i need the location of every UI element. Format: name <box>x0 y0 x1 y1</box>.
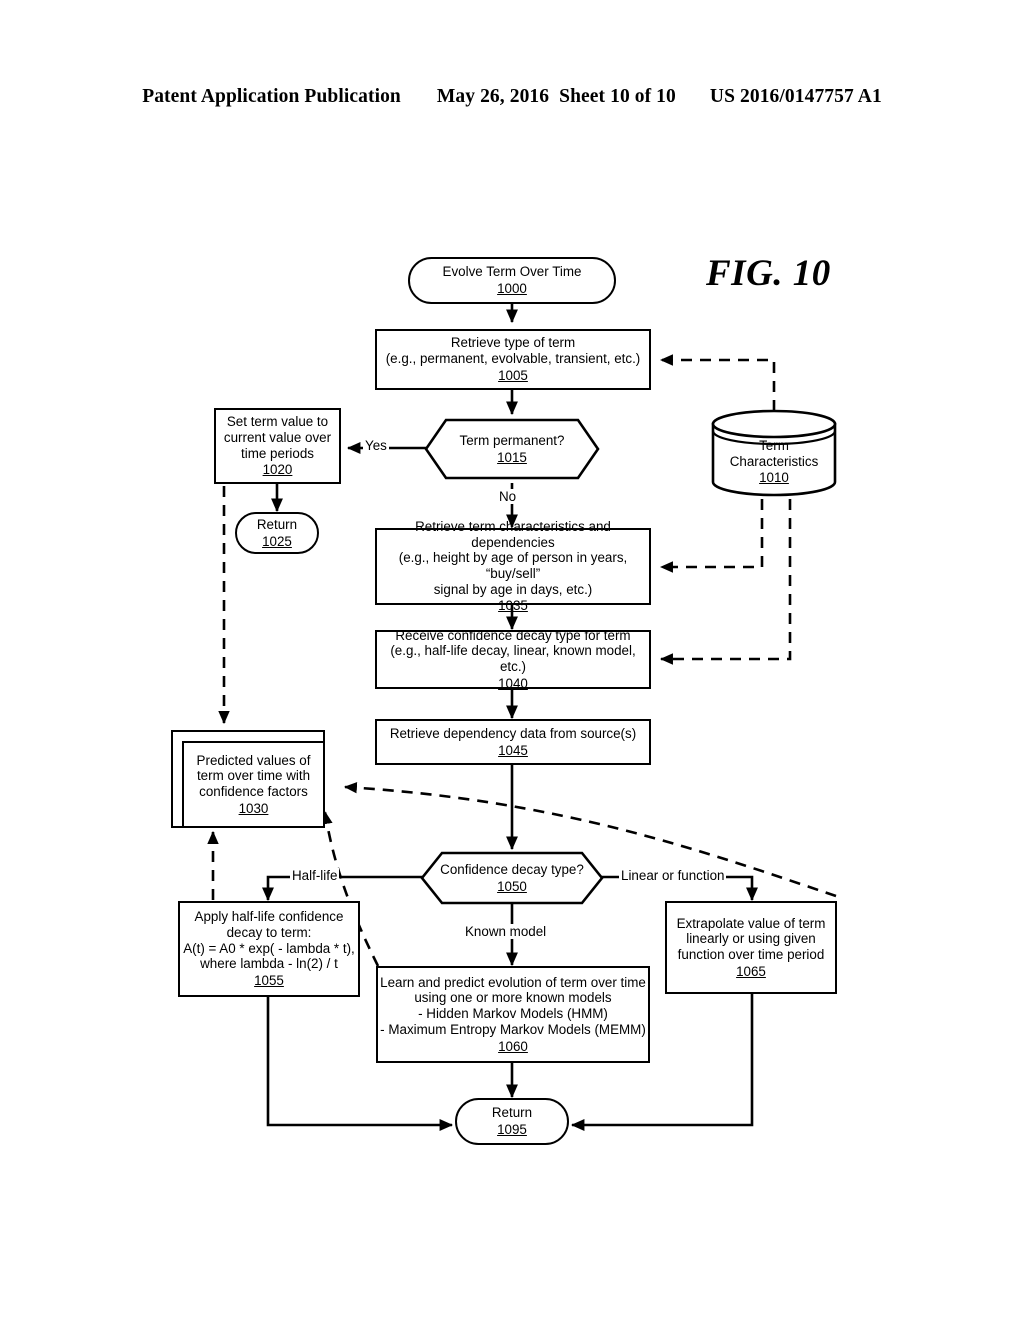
node-data-store-predicted-values-text: Predicted values of term over time with … <box>196 752 311 799</box>
node-decision-term-permanent[interactable]: Term permanent? 1015 <box>424 418 600 480</box>
edge-label-yes: Yes <box>363 438 389 453</box>
edge-label-no: No <box>497 489 519 504</box>
node-database-term-characteristics-label: Term Characteristics 1010 <box>730 420 819 486</box>
node-learn-and-predict-models[interactable]: Learn and predict evolution of term over… <box>376 966 650 1063</box>
header-date: May 26, 2016 <box>436 86 550 107</box>
node-retrieve-term-characteristics-ref: 1035 <box>498 598 528 614</box>
node-apply-half-life-decay[interactable]: Apply half-life confidence decay to term… <box>178 901 360 997</box>
node-decision-term-permanent-ref: 1015 <box>497 449 527 465</box>
node-database-term-characteristics-ref: 1010 <box>759 470 789 486</box>
header-publication: Patent Application Publication <box>142 86 401 107</box>
node-extrapolate-value-ref: 1065 <box>736 963 766 979</box>
node-return-1025-text: Return <box>256 516 298 532</box>
header-sheet: Sheet 10 of 10 <box>559 86 676 107</box>
patent-figure-sheet: Patent Application Publication May 26, 20… <box>0 0 1024 1320</box>
node-database-term-characteristics[interactable]: Term Characteristics 1010 <box>710 407 838 499</box>
node-learn-and-predict-models-ref: 1060 <box>498 1038 528 1054</box>
node-return-1095[interactable]: Return 1095 <box>455 1098 569 1145</box>
node-apply-half-life-decay-ref: 1055 <box>254 973 284 988</box>
node-retrieve-type-of-term[interactable]: Retrieve type of term (e.g., permanent, … <box>375 329 651 390</box>
node-retrieve-term-characteristics-text: Retrieve term characteristics and depend… <box>398 518 628 597</box>
edge-1010-to-1040 <box>659 499 792 665</box>
node-receive-confidence-decay-type[interactable]: Receive confidence decay type for term (… <box>375 627 651 691</box>
node-retrieve-type-of-term-ref: 1005 <box>498 367 528 383</box>
node-retrieve-dependency-data-text: Retrieve dependency data from source(s) <box>389 725 637 741</box>
node-database-term-characteristics-text: Term Characteristics <box>729 437 819 469</box>
node-start-evolve-term[interactable]: Evolve Term Over Time 1000 <box>408 257 616 304</box>
edge-label-known-model: Known model <box>463 924 549 939</box>
node-decision-confidence-decay-type-ref: 1050 <box>497 878 527 894</box>
node-retrieve-dependency-data[interactable]: Retrieve dependency data from source(s) … <box>375 719 651 765</box>
header-patent-number: US 2016/0147757 A1 <box>709 86 882 107</box>
page-header: Patent Application Publication May 26, 20… <box>0 86 1024 108</box>
edge-label-linear-or-function: Linear or function <box>619 868 727 883</box>
node-extrapolate-value[interactable]: Extrapolate value of term linearly or us… <box>665 901 837 994</box>
node-start-evolve-term-ref: 1000 <box>497 281 527 296</box>
node-return-1025-ref: 1025 <box>262 533 292 549</box>
node-decision-term-permanent-text: Term permanent? <box>459 432 565 448</box>
node-data-store-predicted-values[interactable]: Predicted values of term over time with … <box>171 730 325 828</box>
node-receive-confidence-decay-type-text: Receive confidence decay type for term (… <box>390 627 636 674</box>
node-receive-confidence-decay-type-ref: 1040 <box>498 675 528 691</box>
edge-1010-to-1005 <box>659 354 776 411</box>
node-learn-and-predict-models-text: Learn and predict evolution of term over… <box>380 974 646 1037</box>
node-decision-confidence-decay-type-text: Confidence decay type? <box>440 861 584 877</box>
node-apply-half-life-decay-text: Apply half-life confidence decay to term… <box>183 909 355 972</box>
node-return-1095-ref: 1095 <box>497 1122 527 1137</box>
node-data-store-predicted-values-inner: Predicted values of term over time with … <box>182 741 323 826</box>
node-start-evolve-term-text: Evolve Term Over Time <box>442 264 582 280</box>
node-extrapolate-value-text: Extrapolate value of term linearly or us… <box>676 915 826 962</box>
node-set-term-value[interactable]: Set term value to current value over tim… <box>214 408 341 484</box>
node-return-1095-text: Return <box>491 1105 533 1121</box>
edge-1010-to-1035 <box>659 499 764 573</box>
node-set-term-value-text: Set term value to current value over tim… <box>223 414 332 461</box>
node-retrieve-term-characteristics[interactable]: Retrieve term characteristics and depend… <box>375 519 651 613</box>
node-decision-confidence-decay-type[interactable]: Confidence decay type? 1050 <box>420 851 604 905</box>
figure-label: FIG. 10 <box>706 253 831 294</box>
edge-label-half-life: Half-life <box>290 868 340 883</box>
node-return-1025[interactable]: Return 1025 <box>235 512 319 554</box>
node-data-store-predicted-values-ref: 1030 <box>238 800 269 816</box>
node-set-term-value-ref: 1020 <box>262 462 293 478</box>
node-retrieve-type-of-term-text: Retrieve type of term (e.g., permanent, … <box>385 335 641 367</box>
node-retrieve-dependency-data-ref: 1045 <box>498 742 528 758</box>
